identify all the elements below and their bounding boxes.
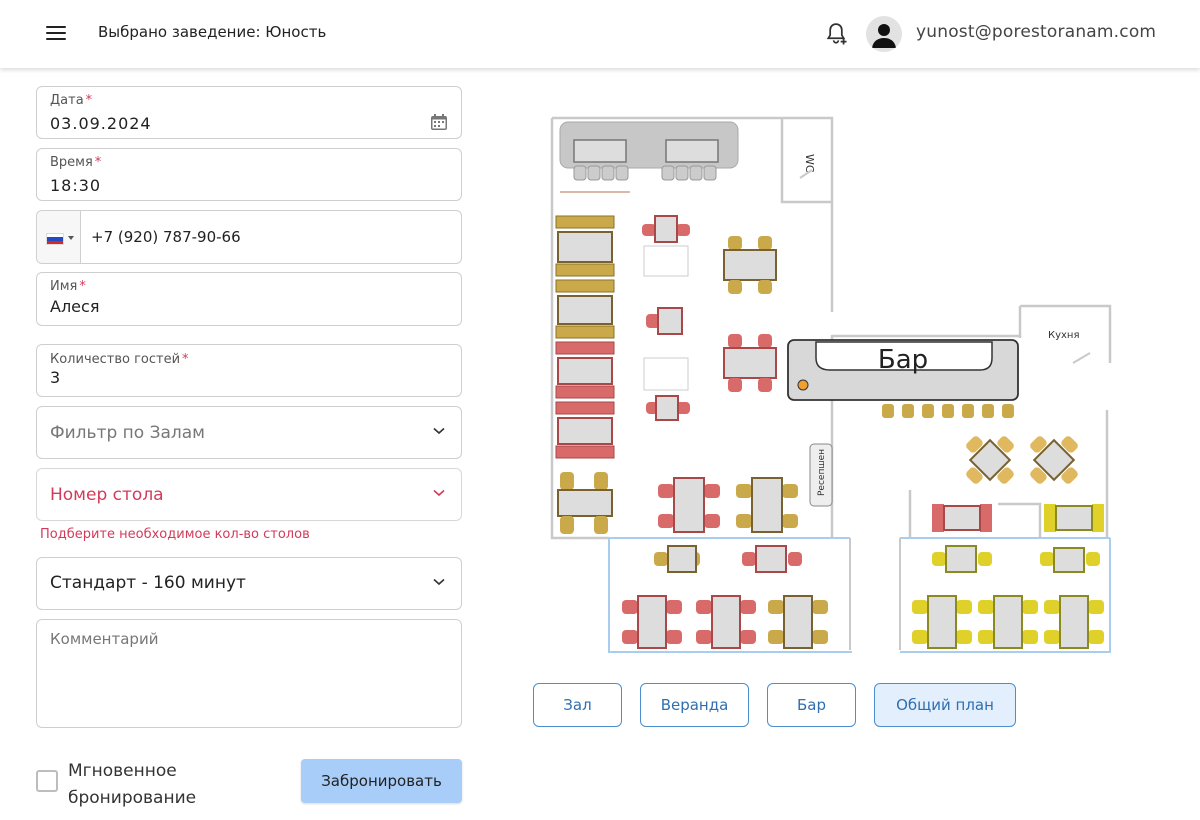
comment-textarea[interactable]: Комментарий: [36, 619, 462, 728]
name-field[interactable]: Имя * Алеся: [36, 272, 462, 326]
avatar[interactable]: [866, 16, 902, 52]
name-label: Имя *: [50, 279, 86, 294]
country-select[interactable]: [37, 211, 81, 263]
user-email[interactable]: yunost@porestoranam.com: [916, 22, 1156, 42]
chevron-down-icon: [433, 578, 445, 586]
date-label: Дата *: [50, 93, 93, 108]
duration-value: Стандарт - 160 минут: [50, 573, 246, 593]
zone-veranda-button[interactable]: Веранда: [640, 683, 749, 727]
zone-overall-button[interactable]: Общий план: [874, 683, 1016, 727]
center-top-tables[interactable]: [723, 236, 777, 392]
center-lower-tables[interactable]: [658, 477, 798, 533]
user-avatar-icon: [872, 24, 896, 48]
veranda-right-tables[interactable]: [912, 545, 1104, 649]
guests-label: Количество гостей *: [50, 352, 189, 367]
left-sofa-tables[interactable]: [555, 215, 615, 534]
bar-label: Бар: [878, 345, 928, 375]
duration-select[interactable]: Стандарт - 160 минут: [36, 557, 462, 610]
diamond-tables[interactable]: [950, 420, 1093, 499]
reception-label: Ресепшен: [817, 449, 827, 496]
time-label: Время *: [50, 155, 102, 170]
booth-top[interactable]: [559, 121, 739, 181]
time-value: 18:30: [50, 176, 102, 195]
kitchen-label: Кухня: [1048, 330, 1080, 341]
bell-plus-icon[interactable]: [822, 20, 850, 48]
guests-field[interactable]: Количество гостей * 3: [36, 344, 462, 397]
veranda-left-tables[interactable]: [622, 545, 828, 649]
name-value: Алеся: [50, 297, 100, 316]
calendar-icon[interactable]: [430, 113, 448, 131]
table-error-message: Подберите необходимое кол-во столов: [40, 527, 310, 542]
bar-zone-tables[interactable]: [932, 504, 1104, 532]
instant-booking-label[interactable]: Мгновенное бронирование: [68, 758, 268, 812]
date-field[interactable]: Дата * 03.09.2024: [36, 86, 462, 139]
app-header: Выбрано заведение: Юность yunost@poresto…: [0, 0, 1200, 68]
phone-value: +7 (920) 787-90-66: [91, 228, 241, 246]
phone-field[interactable]: +7 (920) 787-90-66: [36, 210, 462, 264]
zone-bar-button[interactable]: Бар: [767, 683, 856, 727]
menu-icon[interactable]: [44, 22, 72, 46]
wc-label: WC: [803, 154, 816, 173]
floor-plan: WC Кухня Бар Ресепшен: [550, 116, 1112, 653]
date-value: 03.09.2024: [50, 114, 152, 133]
instant-booking-checkbox[interactable]: [36, 770, 58, 792]
table-number-select[interactable]: Номер стола: [36, 468, 462, 521]
russia-flag-icon: [46, 233, 64, 245]
time-field[interactable]: Время * 18:30: [36, 148, 462, 201]
table-number-placeholder: Номер стола: [50, 485, 164, 505]
book-button[interactable]: Забронировать: [301, 759, 462, 803]
chevron-down-icon: [433, 489, 445, 497]
guests-value: 3: [50, 368, 61, 387]
caret-down-icon: [68, 236, 74, 240]
hall-filter-placeholder: Фильтр по Залам: [50, 423, 206, 443]
hall-filter-select[interactable]: Фильтр по Залам: [36, 406, 462, 459]
zone-hall-button[interactable]: Зал: [533, 683, 622, 727]
chevron-down-icon: [433, 427, 445, 435]
comment-placeholder: Комментарий: [50, 630, 159, 648]
reception-desk: Ресепшен: [809, 443, 833, 507]
venue-title: Выбрано заведение: Юность: [98, 23, 327, 41]
middle-tables[interactable]: [642, 215, 690, 421]
